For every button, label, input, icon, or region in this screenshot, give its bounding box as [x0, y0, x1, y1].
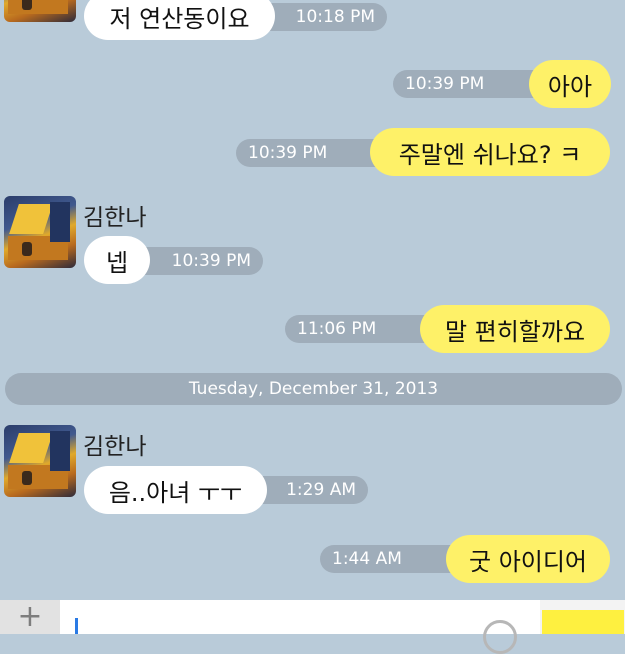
message-bubble-sent[interactable]: 주말엔 쉬나요? ㅋ: [370, 128, 610, 176]
plus-icon[interactable]: +: [0, 599, 60, 634]
message-input-bar: +: [0, 599, 625, 654]
send-button[interactable]: [542, 610, 624, 634]
message-time: 10:39 PM: [393, 70, 547, 98]
message-bubble-sent[interactable]: 굿 아이디어: [446, 535, 610, 583]
text-caret: [75, 618, 78, 634]
message-bubble-sent[interactable]: 아아: [529, 60, 611, 108]
message-bubble-sent[interactable]: 말 편히할까요: [420, 305, 610, 353]
message-time: 1:44 AM: [320, 545, 464, 573]
avatar[interactable]: [4, 196, 76, 268]
message-time: 11:06 PM: [285, 315, 438, 343]
date-divider: Tuesday, December 31, 2013: [5, 373, 622, 405]
sender-name: 김한나: [83, 434, 147, 460]
sender-name: 김한나: [83, 205, 147, 231]
message-time: 10:39 PM: [236, 139, 390, 167]
message-bubble-received[interactable]: 저 연산동이요: [84, 0, 275, 40]
avatar[interactable]: [4, 425, 76, 497]
message-input[interactable]: [60, 600, 540, 654]
emoticon-icon[interactable]: [483, 620, 517, 654]
message-bubble-received[interactable]: 음..아녀 ㅜㅜ: [84, 466, 267, 514]
avatar[interactable]: [4, 0, 76, 22]
message-bubble-received[interactable]: 넵: [84, 236, 150, 284]
